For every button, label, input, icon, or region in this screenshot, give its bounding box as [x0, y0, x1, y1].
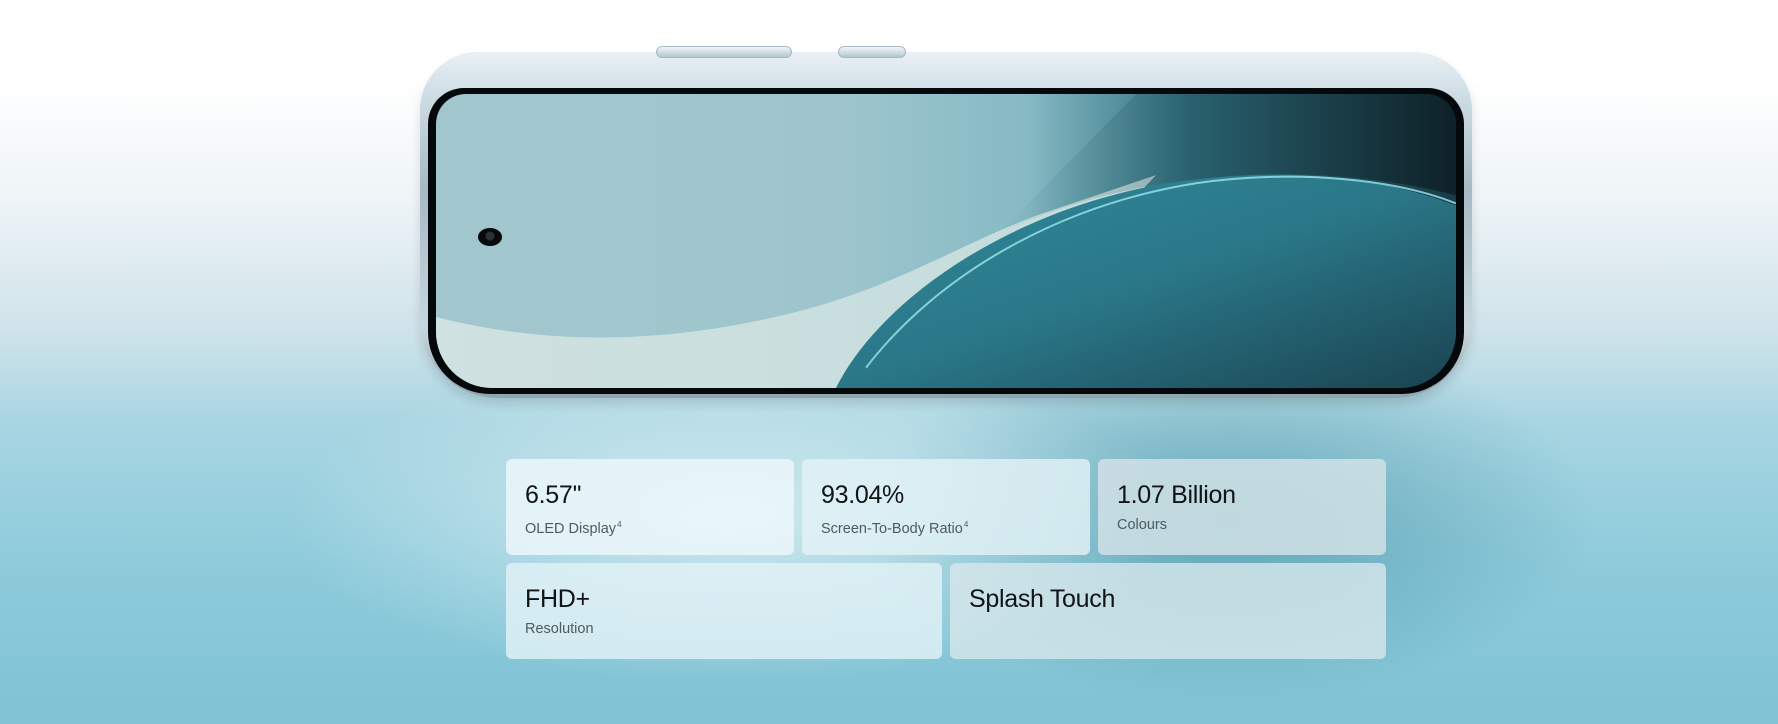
wallpaper-waves	[436, 94, 1456, 388]
spec-card-colours: 1.07 Billion Colours	[1098, 459, 1386, 555]
spec-label: Screen-To-Body Ratio4	[821, 516, 1071, 538]
spec-card-splash-touch: Splash Touch	[950, 563, 1386, 659]
spec-label: OLED Display4	[525, 516, 775, 538]
footnote-marker: 4	[617, 520, 622, 529]
spec-card-resolution: FHD+ Resolution	[506, 563, 942, 659]
specs-row-top: 6.57'' OLED Display4 93.04% Screen-To-Bo…	[506, 459, 1386, 555]
display-specs-grid: 6.57'' OLED Display4 93.04% Screen-To-Bo…	[506, 459, 1386, 667]
spec-card-ratio: 93.04% Screen-To-Body Ratio4	[802, 459, 1090, 555]
footnote-marker: 4	[963, 520, 969, 529]
spec-label: Resolution	[525, 621, 594, 637]
phone-product-image	[420, 46, 1472, 398]
power-button	[838, 46, 906, 58]
front-camera-icon	[478, 228, 502, 246]
spec-card-size: 6.57'' OLED Display4	[506, 459, 794, 555]
spec-value: 93.04%	[821, 481, 904, 509]
spec-label-text: OLED Display	[525, 520, 617, 537]
volume-button	[656, 46, 792, 58]
spec-value: 6.57''	[525, 481, 582, 509]
spec-label-text: Screen-To-Body Ratio	[821, 520, 963, 537]
spec-value: FHD+	[525, 585, 590, 613]
spec-value: Splash Touch	[969, 585, 1116, 613]
specs-row-bottom: FHD+ Resolution Splash Touch	[506, 563, 1386, 659]
phone-screen-wallpaper	[436, 94, 1456, 388]
spec-value: 1.07 Billion	[1117, 481, 1236, 509]
phone-bezel	[428, 88, 1464, 394]
spec-label: Colours	[1117, 517, 1167, 533]
